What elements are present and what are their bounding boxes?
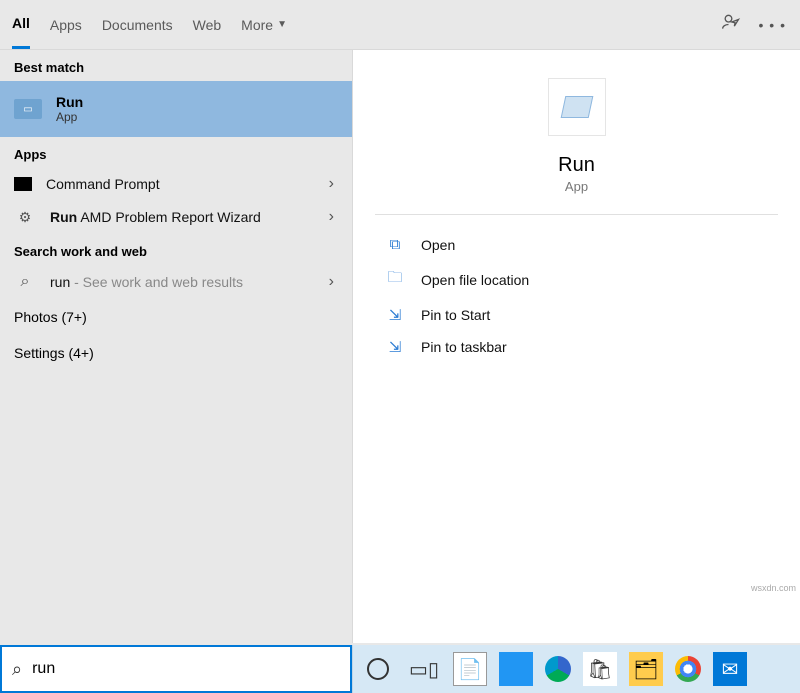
- taskbar: ▭▯ 📄 🛍 🗂 ✉: [352, 645, 800, 693]
- run-large-icon: [548, 78, 606, 136]
- desktop-icon[interactable]: [499, 652, 533, 686]
- search-icon: [14, 273, 36, 291]
- open-icon: ⧉: [383, 236, 407, 253]
- result-command-prompt[interactable]: Command Prompt ›: [0, 168, 352, 200]
- chevron-right-icon: ›: [329, 208, 334, 226]
- chevron-right-icon: ›: [329, 175, 334, 193]
- action-open-location[interactable]: 🗀Open file location: [383, 260, 770, 299]
- apps-header: Apps: [0, 137, 352, 168]
- result-settings[interactable]: Settings (4+): [0, 335, 352, 371]
- cmd-icon: [14, 177, 32, 191]
- gear-icon: [14, 208, 36, 226]
- action-open[interactable]: ⧉Open: [383, 229, 770, 260]
- search-filter-tabs: All Apps Documents Web More▼ • • •: [0, 0, 800, 50]
- tab-web[interactable]: Web: [193, 0, 222, 49]
- tab-more[interactable]: More▼: [241, 0, 287, 49]
- best-match-run[interactable]: ▭ Run App: [0, 81, 352, 137]
- results-panel: Best match ▭ Run App Apps Command Prompt…: [0, 50, 352, 643]
- pin-icon: ⇲: [383, 306, 407, 324]
- feedback-icon[interactable]: [721, 12, 741, 37]
- edge-icon[interactable]: [545, 656, 571, 682]
- chevron-right-icon: ›: [329, 273, 334, 291]
- result-photos[interactable]: Photos (7+): [0, 299, 352, 335]
- detail-panel: Run App ⧉Open 🗀Open file location ⇲Pin t…: [352, 50, 800, 643]
- watermark: wsxdn.com: [751, 583, 796, 593]
- action-pin-start[interactable]: ⇲Pin to Start: [383, 299, 770, 331]
- action-pin-taskbar[interactable]: ⇲Pin to taskbar: [383, 331, 770, 363]
- best-match-title: Run: [56, 94, 83, 110]
- search-box[interactable]: ⌕: [0, 645, 352, 693]
- store-icon[interactable]: 🛍: [583, 652, 617, 686]
- result-web-run[interactable]: run - See work and web results ›: [0, 265, 352, 299]
- search-icon: ⌕: [12, 659, 22, 680]
- run-icon: ▭: [14, 99, 42, 119]
- cortana-icon[interactable]: [361, 652, 395, 686]
- chrome-icon[interactable]: [675, 656, 701, 682]
- mail-icon[interactable]: ✉: [713, 652, 747, 686]
- result-amd-wizard[interactable]: Run AMD Problem Report Wizard ›: [0, 200, 352, 234]
- libreoffice-icon[interactable]: 📄: [453, 652, 487, 686]
- file-explorer-icon[interactable]: 🗂: [629, 652, 663, 686]
- detail-subtitle: App: [565, 179, 588, 194]
- folder-icon: 🗀: [383, 267, 407, 292]
- tab-all[interactable]: All: [12, 0, 30, 49]
- tab-apps[interactable]: Apps: [50, 0, 82, 49]
- search-input[interactable]: [32, 660, 340, 678]
- best-match-subtitle: App: [56, 110, 83, 124]
- more-options-icon[interactable]: • • •: [759, 17, 786, 33]
- tab-documents[interactable]: Documents: [102, 0, 173, 49]
- search-web-header: Search work and web: [0, 234, 352, 265]
- task-view-icon[interactable]: ▭▯: [407, 652, 441, 686]
- detail-title: Run: [558, 154, 595, 177]
- best-match-header: Best match: [0, 50, 352, 81]
- pin-icon: ⇲: [383, 338, 407, 356]
